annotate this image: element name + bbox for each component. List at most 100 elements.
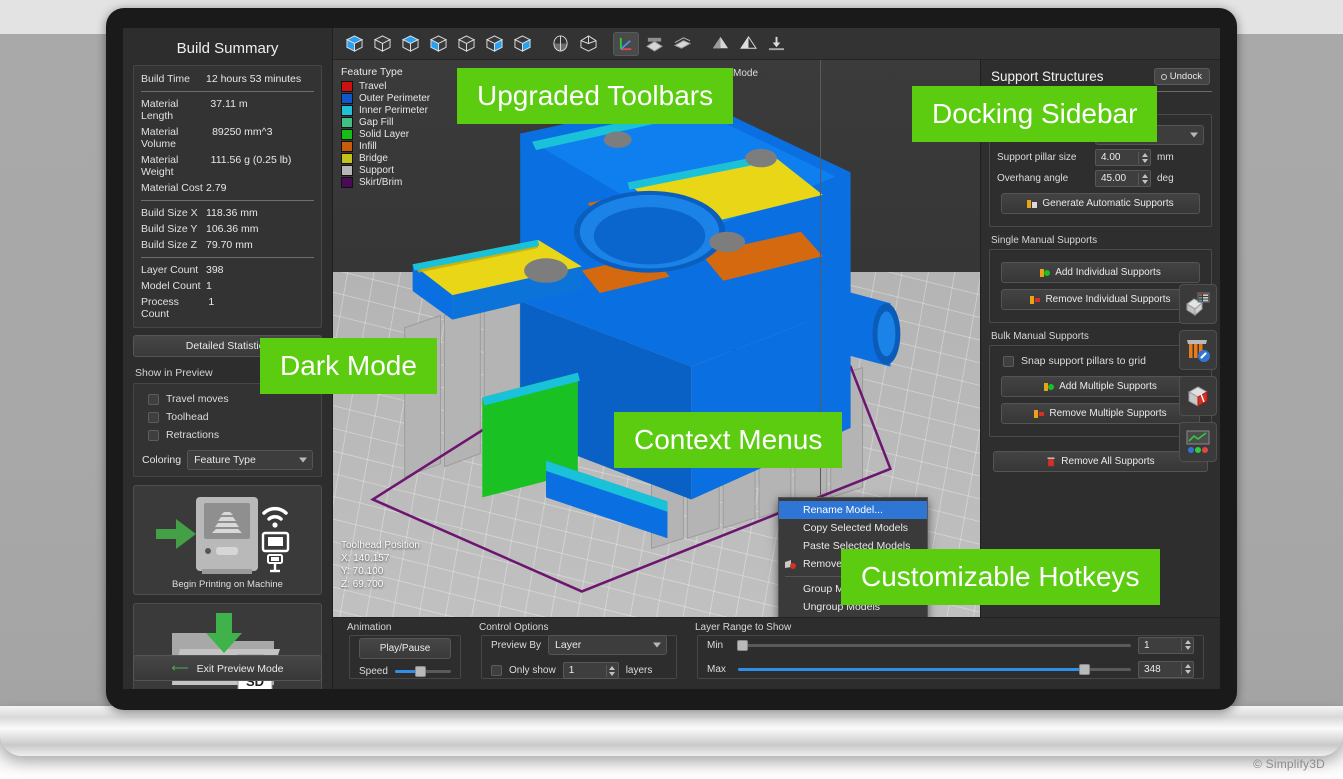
remove-multiple-supports-button[interactable]: Remove Multiple Supports — [1001, 403, 1200, 424]
add-multiple-supports-button[interactable]: Add Multiple Supports — [1001, 376, 1200, 397]
overhang-label: Overhang angle — [997, 173, 1069, 184]
printer-illustration — [140, 493, 315, 577]
summary-row: Material Volume 89250 mm^3 — [141, 124, 314, 152]
legend-swatch — [341, 81, 353, 92]
summary-value: 1 — [206, 280, 212, 292]
checkbox[interactable] — [148, 393, 159, 405]
stepper-arrows-icon[interactable] — [1181, 639, 1193, 651]
legend-row: Bridge — [341, 153, 430, 164]
legend-row: Solid Layer — [341, 129, 430, 140]
preview-by-value: Layer — [555, 639, 582, 651]
speed-slider-handle[interactable] — [415, 665, 427, 677]
remove-multiple-label: Remove Multiple Supports — [1049, 408, 1167, 419]
add-individual-supports-button[interactable]: Add Individual Supports — [1001, 262, 1200, 283]
remove-individual-supports-button[interactable]: Remove Individual Supports — [1001, 289, 1200, 310]
legend-label: Infill — [359, 141, 377, 152]
overhang-unit: deg — [1157, 173, 1174, 184]
speed-slider-row: Speed — [359, 665, 451, 677]
processes-edit-icon[interactable] — [1179, 330, 1217, 370]
layer-min-stepper[interactable]: 1 — [1138, 636, 1194, 654]
toolhead-position-readout: Toolhead Position X: 140.157 Y: 70.100 Z… — [341, 539, 420, 591]
view-solid-icon[interactable] — [341, 32, 367, 56]
begin-printing-button[interactable]: Begin Printing on Machine — [133, 485, 322, 595]
preview-checkbox-row[interactable]: Toolhead — [142, 408, 313, 426]
add-multiple-label: Add Multiple Supports — [1059, 381, 1157, 392]
exit-preview-mode-button[interactable]: ⟵ Exit Preview Mode — [133, 655, 322, 681]
layer-stack-icon[interactable] — [669, 32, 695, 56]
overhang-stepper[interactable]: 45.00 — [1095, 170, 1151, 187]
checkbox[interactable] — [148, 429, 159, 441]
coloring-row: Coloring Feature Type — [142, 450, 313, 470]
desk-scene: © Simplify3D Build Summary Build Time 12 … — [0, 0, 1343, 779]
toolhead-y: Y: 70.100 — [341, 566, 384, 577]
chevron-down-icon — [299, 457, 307, 463]
only-show-stepper[interactable]: 1 — [562, 662, 619, 679]
summary-row: Build Time 12 hours 53 minutes — [141, 71, 314, 87]
summary-key: Build Size X — [141, 207, 198, 219]
view-bottom-icon[interactable] — [397, 32, 423, 56]
support-pillar-stepper[interactable]: 4.00 — [1095, 149, 1151, 166]
view-isometric-icon[interactable] — [575, 32, 601, 56]
only-show-row: Only show 1 layers — [491, 662, 667, 679]
summary-row: Build Size X 118.36 mm — [141, 205, 314, 221]
generate-automatic-supports-button[interactable]: Generate Automatic Supports — [1001, 193, 1200, 214]
summary-row: Material Cost 2.79 — [141, 180, 314, 196]
cross-section-icon[interactable] — [1179, 376, 1217, 416]
context-menu-item[interactable]: Rename Model... — [779, 501, 927, 519]
chevron-down-icon — [653, 642, 661, 648]
layer-max-slider[interactable] — [738, 663, 1131, 675]
feature-callout: Customizable Hotkeys — [841, 549, 1160, 605]
feature-callout: Docking Sidebar — [912, 86, 1158, 142]
preview-checkbox-row[interactable]: Retractions — [142, 426, 313, 444]
checkbox[interactable] — [148, 411, 159, 423]
only-show-checkbox[interactable] — [491, 665, 502, 676]
snap-checkbox[interactable] — [1003, 355, 1014, 367]
single-manual-supports-section-label: Single Manual Supports — [991, 235, 1098, 246]
snap-label: Snap support pillars to grid — [1021, 355, 1146, 367]
layer-min-value: 1 — [1144, 639, 1150, 651]
stepper-arrows-icon[interactable] — [1138, 172, 1150, 185]
legend-swatch — [341, 153, 353, 164]
checkbox-label: Travel moves — [166, 393, 229, 405]
coloring-select[interactable]: Feature Type — [187, 450, 313, 470]
legend-label: Outer Perimeter — [359, 93, 431, 104]
speed-slider[interactable] — [394, 665, 451, 677]
layer-max-handle[interactable] — [1078, 663, 1090, 675]
machine-control-icon[interactable] — [1179, 422, 1217, 462]
undock-button[interactable]: Undock — [1153, 68, 1210, 85]
animation-group: Animation Play/Pause Speed — [339, 621, 471, 683]
layer-max-stepper[interactable]: 348 — [1138, 660, 1194, 678]
toolhead-title: Toolhead Position — [341, 540, 420, 551]
chevron-down-icon — [1190, 132, 1198, 138]
shade-flat-icon[interactable] — [707, 32, 733, 56]
axis-origin-icon[interactable] — [613, 31, 639, 56]
view-cross-section-icon[interactable] — [547, 32, 573, 56]
view-box-icon[interactable] — [453, 32, 479, 56]
legend-row: Gap Fill — [341, 117, 430, 128]
layer-min-handle[interactable] — [736, 639, 748, 651]
stepper-arrows-icon[interactable] — [1138, 151, 1150, 164]
divider — [141, 91, 314, 92]
models-list-icon[interactable] — [1179, 284, 1217, 324]
bed-icon[interactable] — [641, 32, 667, 56]
summary-key: Material Weight — [141, 154, 179, 178]
snap-support-pillars-row[interactable]: Snap support pillars to grid — [997, 352, 1204, 370]
legend-swatch — [341, 165, 353, 176]
preview-by-select[interactable]: Layer — [548, 635, 667, 655]
play-pause-button[interactable]: Play/Pause — [359, 637, 451, 659]
support-drop-icon[interactable] — [763, 32, 789, 56]
view-right-icon[interactable] — [509, 32, 535, 56]
layer-min-slider[interactable] — [736, 639, 1131, 651]
summary-row: Build Size Y 106.36 mm — [141, 221, 314, 237]
view-left-icon[interactable] — [481, 32, 507, 56]
stepper-arrows-icon[interactable] — [1181, 663, 1193, 675]
shade-outline-icon[interactable] — [735, 32, 761, 56]
preview-by-row: Preview By Layer — [491, 635, 667, 655]
legend-label: Travel — [359, 81, 387, 92]
dock-strip — [1176, 278, 1220, 468]
support-pillar-value: 4.00 — [1101, 152, 1121, 163]
stepper-arrows-icon[interactable] — [605, 664, 618, 677]
view-wireframe-icon[interactable] — [369, 32, 395, 56]
view-front-icon[interactable] — [425, 32, 451, 56]
context-menu-item[interactable]: Copy Selected Models — [779, 519, 927, 537]
